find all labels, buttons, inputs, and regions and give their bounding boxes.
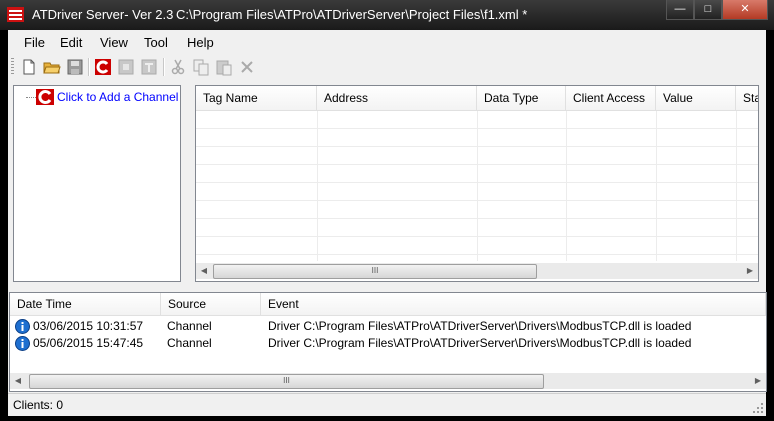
column-date-time[interactable]: Date Time: [10, 293, 161, 315]
event-row[interactable]: 05/06/2015 15:47:45 Channel Driver C:\Pr…: [10, 335, 766, 352]
tag-table-header: Tag Name Address Data Type Client Access…: [196, 86, 758, 111]
event-message: Driver C:\Program Files\ATPro\ATDriverSe…: [268, 336, 692, 350]
delete-icon[interactable]: [238, 58, 256, 76]
toolbar-grip[interactable]: [11, 58, 14, 76]
paste-icon[interactable]: [215, 58, 233, 76]
tag-table-hscrollbar[interactable]: ◀ III ▶: [196, 263, 758, 279]
info-icon: [15, 336, 30, 351]
status-bar: Clients: 0: [8, 393, 766, 416]
window-title: ATDriver Server- Ver 2.3: [32, 7, 174, 22]
resize-grip-icon[interactable]: [752, 402, 764, 414]
column-tag-name[interactable]: Tag Name: [196, 86, 317, 110]
grid-column-line: [736, 111, 737, 261]
event-datetime: 05/06/2015 15:47:45: [33, 336, 144, 350]
scroll-thumb[interactable]: III: [29, 374, 544, 389]
clients-count: Clients: 0: [13, 398, 64, 412]
toolbar-separator: [163, 58, 165, 76]
column-data-type[interactable]: Data Type: [477, 86, 566, 110]
column-status[interactable]: Sta: [736, 86, 758, 110]
scroll-right-icon[interactable]: ▶: [750, 373, 766, 389]
menu-file[interactable]: File: [24, 35, 45, 50]
event-log[interactable]: Date Time Source Event 03/06/2015 10:31:…: [9, 292, 767, 392]
close-button[interactable]: ✕: [722, 0, 768, 20]
scroll-left-icon[interactable]: ◀: [196, 263, 212, 279]
event-source: Channel: [167, 319, 212, 333]
minimize-button[interactable]: —: [666, 0, 694, 20]
cut-icon[interactable]: [169, 58, 187, 76]
open-folder-icon[interactable]: [43, 58, 61, 76]
client-area: File Edit View Tool Help Click to Add a …: [8, 30, 767, 416]
scroll-thumb[interactable]: III: [213, 264, 537, 279]
scroll-left-icon[interactable]: ◀: [10, 373, 26, 389]
add-channel-icon[interactable]: [94, 58, 112, 76]
vertical-splitter[interactable]: [184, 85, 190, 282]
channel-tree[interactable]: Click to Add a Channel: [13, 85, 181, 282]
title-bar[interactable]: ATDriver Server- Ver 2.3 C:\Program File…: [0, 0, 774, 30]
channel-icon: [36, 89, 54, 105]
menu-view[interactable]: View: [100, 35, 128, 50]
menu-tool[interactable]: Tool: [144, 35, 168, 50]
grid-column-line: [566, 111, 567, 261]
window-file-path: C:\Program Files\ATPro\ATDriverServer\Pr…: [176, 7, 528, 22]
app-logo-icon: [7, 7, 24, 22]
menu-edit[interactable]: Edit: [60, 35, 82, 50]
info-icon: [15, 319, 30, 334]
grid-column-line: [317, 111, 318, 261]
event-row[interactable]: 03/06/2015 10:31:57 Channel Driver C:\Pr…: [10, 318, 766, 335]
column-value[interactable]: Value: [656, 86, 736, 110]
app-window: ATDriver Server- Ver 2.3 C:\Program File…: [0, 0, 774, 421]
horizontal-splitter[interactable]: [8, 284, 766, 290]
window-controls: — □ ✕: [666, 0, 768, 20]
add-channel-link[interactable]: Click to Add a Channel: [57, 90, 178, 104]
add-device-icon[interactable]: [117, 58, 135, 76]
event-datetime: 03/06/2015 10:31:57: [33, 319, 144, 333]
grid-column-line: [477, 111, 478, 261]
save-icon[interactable]: [66, 58, 84, 76]
toolbar: [8, 54, 766, 80]
tag-table[interactable]: Tag Name Address Data Type Client Access…: [195, 85, 759, 282]
column-source[interactable]: Source: [161, 293, 261, 315]
menu-help[interactable]: Help: [187, 35, 214, 50]
menu-bar: File Edit View Tool Help: [8, 30, 766, 52]
event-source: Channel: [167, 336, 212, 350]
new-file-icon[interactable]: [20, 58, 38, 76]
copy-icon[interactable]: [192, 58, 210, 76]
event-log-header: Date Time Source Event: [10, 293, 766, 316]
maximize-button[interactable]: □: [694, 0, 722, 20]
add-tag-icon[interactable]: [140, 58, 158, 76]
event-message: Driver C:\Program Files\ATPro\ATDriverSe…: [268, 319, 692, 333]
grid-column-line: [656, 111, 657, 261]
scroll-right-icon[interactable]: ▶: [742, 263, 758, 279]
column-client-access[interactable]: Client Access: [566, 86, 656, 110]
toolbar-separator: [88, 58, 90, 76]
column-event[interactable]: Event: [261, 293, 766, 315]
column-address[interactable]: Address: [317, 86, 477, 110]
event-log-hscrollbar[interactable]: ◀ III ▶: [10, 373, 766, 389]
